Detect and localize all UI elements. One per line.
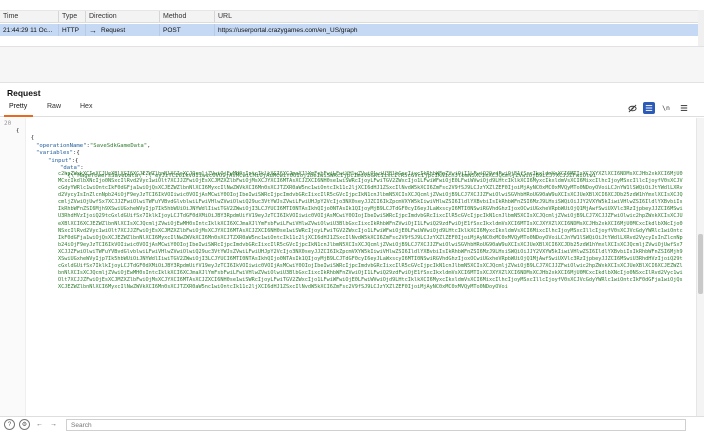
scrollbar-thumb[interactable] (698, 234, 703, 294)
table-row[interactable]: 21:44:29 11 Oc... HTTP → Request POST ht… (0, 24, 704, 36)
column-header-type[interactable]: Type (59, 11, 86, 22)
row-method: POST (160, 24, 215, 36)
hamburger-menu-icon[interactable] (678, 102, 690, 114)
panel-title: Request (7, 88, 41, 98)
tab-raw[interactable]: Raw (47, 103, 61, 110)
history-header-row: Time Type Direction Method URL (0, 10, 704, 23)
request-body-editor[interactable]: 20 { {"operationName":"SaveSdkGameData",… (0, 118, 696, 416)
tab-hex[interactable]: Hex (80, 103, 92, 110)
http-history-table: Time Type Direction Method URL 21:44:29 … (0, 0, 704, 46)
back-arrow-icon[interactable]: ← (34, 419, 45, 430)
history-scrollbar[interactable] (698, 10, 704, 46)
search-input[interactable] (66, 419, 686, 431)
row-direction-label: Request (101, 26, 126, 34)
eye-slash-icon[interactable] (626, 102, 638, 114)
editor-scrollbar[interactable] (696, 118, 704, 416)
line-number: 20 (4, 120, 12, 127)
forward-arrow-icon[interactable]: → (48, 419, 59, 430)
json-string: "SaveSdkGameData" (89, 142, 148, 149)
row-url: https://userportal.crazygames.com/en_US/… (218, 26, 358, 34)
tab-pretty[interactable]: Pretty (9, 103, 27, 110)
code-line: "operationName":"SaveSdkGameData", (36, 142, 151, 149)
row-direction: → Request (86, 24, 160, 36)
wrap-lines-icon[interactable] (643, 102, 655, 114)
row-type: HTTP (59, 24, 86, 36)
arrow-right-icon: → (89, 25, 97, 35)
request-tabs: Pretty Raw Hex \n (0, 100, 704, 117)
help-icon[interactable]: ? (4, 419, 15, 430)
json-key: "operationName" (36, 142, 87, 149)
settings-gear-icon[interactable]: ⚙ (19, 419, 30, 430)
column-header-direction[interactable]: Direction (86, 11, 160, 22)
column-header-time[interactable]: Time (0, 11, 59, 22)
code-line: { (24, 135, 35, 141)
column-header-method[interactable]: Method (160, 11, 215, 22)
search-bar: ? ⚙ ← → (0, 416, 704, 432)
request-panel: Request Pretty Raw Hex \n 20 { {"operati… (0, 84, 704, 432)
code-line: { (16, 127, 20, 134)
active-tab-indicator (4, 115, 33, 117)
json-key: "variables" (36, 150, 74, 156)
row-time: 21:44:29 11 Oc... (0, 24, 59, 36)
code-line: "input":{ (48, 157, 79, 164)
column-header-url[interactable]: URL (215, 11, 704, 22)
json-key: "input" (48, 157, 72, 164)
encoded-save-data: c2hpZWxkXCIsXCJUeXBlXCI6XCJEZWZlbnNlXCIs… (58, 171, 683, 291)
code-line: "variables":{ (36, 150, 80, 156)
pane-divider[interactable] (0, 46, 704, 83)
show-newlines-toggle[interactable]: \n (660, 102, 672, 114)
